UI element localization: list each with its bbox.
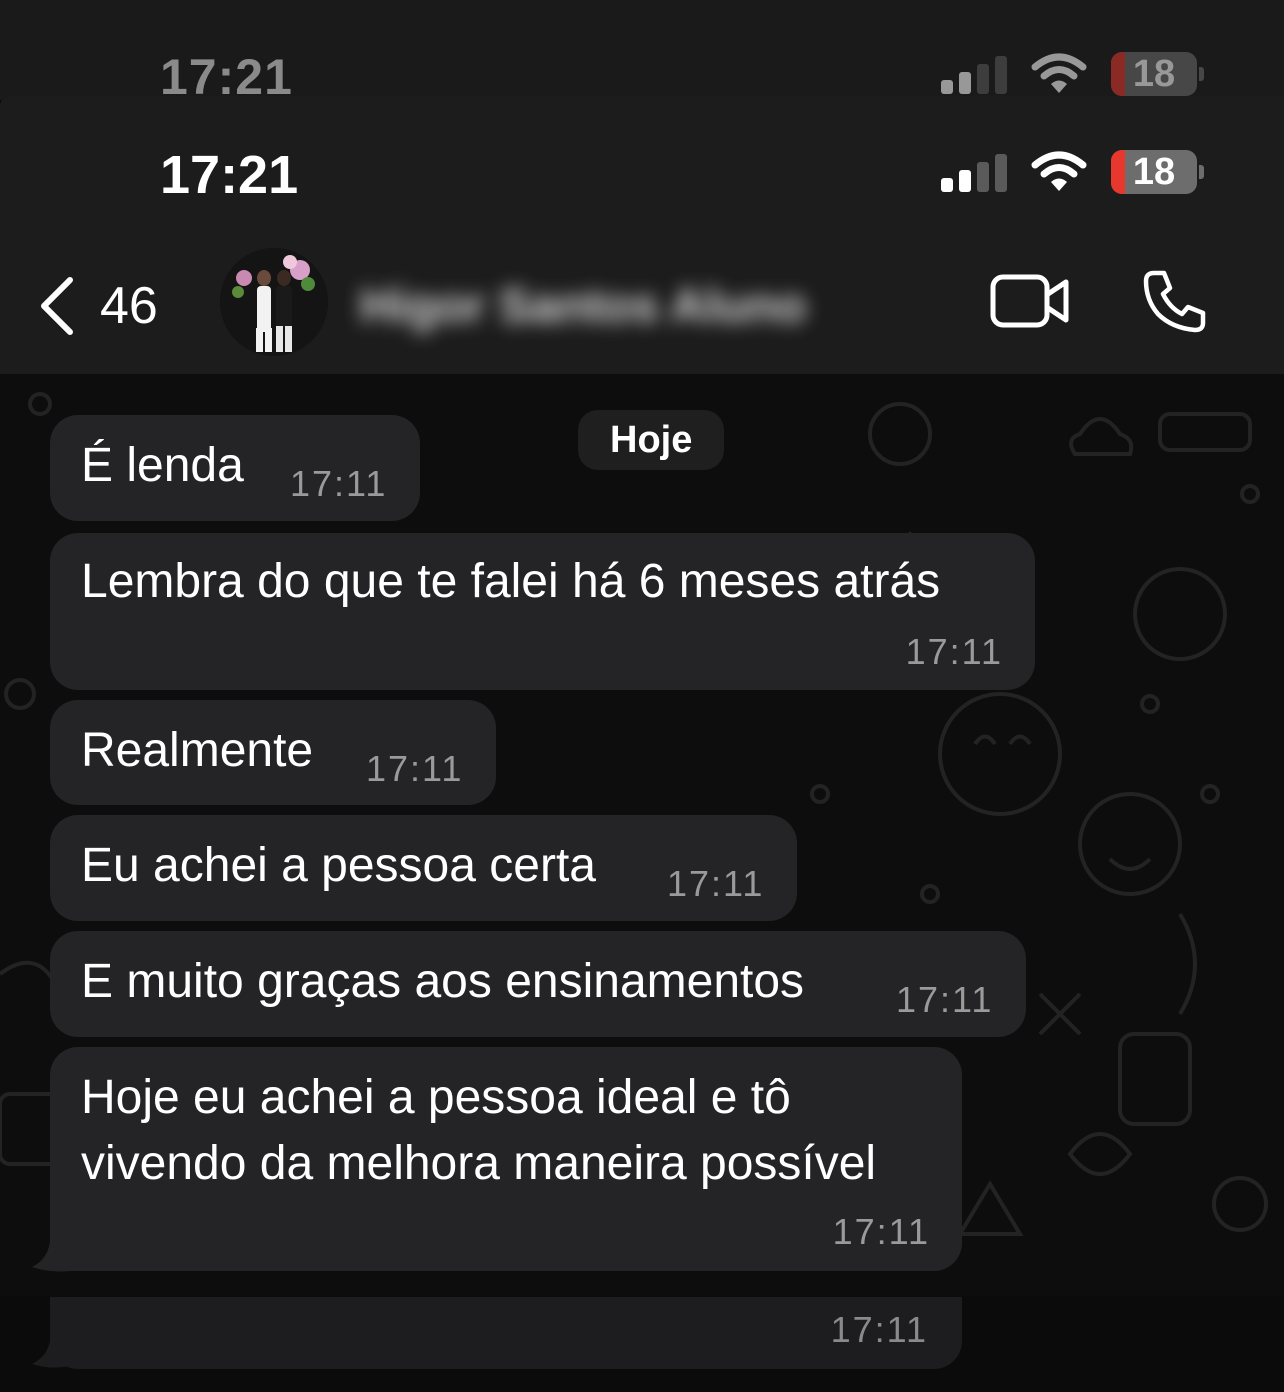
background-battery-icon: 18 — [1111, 52, 1204, 96]
message-time: 17:11 — [896, 979, 994, 1020]
chevron-left-icon — [41, 277, 73, 335]
status-icons: 18 — [941, 150, 1204, 194]
voice-call-button[interactable] — [1142, 268, 1208, 339]
message-text-line: Hoje eu achei a pessoa ideal e tô — [81, 1071, 791, 1124]
message-time: 17:11 — [905, 631, 1003, 672]
chat-header: 17:21 18 46 Higor Santos Aluno — [0, 96, 1284, 375]
video-call-button[interactable] — [990, 274, 1070, 333]
message-text: Eu achei a pessoa certa — [81, 839, 596, 892]
unread-count: 46 — [100, 277, 158, 335]
message-time: 17:11 — [366, 748, 464, 789]
background-battery-level: 18 — [1132, 52, 1176, 95]
message-bubble[interactable]: Eu achei a pessoa certa 17:11 — [50, 815, 797, 921]
background-message-time: 17:11 — [830, 1309, 928, 1350]
message-bubble[interactable]: Hoje eu achei a pessoa ideal e tô vivend… — [50, 1047, 962, 1271]
phone-icon — [1143, 270, 1206, 333]
message-text: Realmente — [81, 724, 314, 777]
status-time: 17:21 — [160, 145, 299, 205]
chat-screen: 17:21 18 46 Higor Santos Aluno Hoje É le… — [0, 96, 1284, 1296]
message-text: E muito graças aos ensinamentos — [81, 955, 805, 1008]
background-status-icons: 18 — [941, 52, 1204, 96]
wifi-icon — [1031, 151, 1087, 191]
message-time: 17:11 — [290, 463, 388, 504]
background-message-bubble: 17:11 — [50, 1297, 962, 1369]
background-wifi-icon — [1031, 53, 1087, 93]
background-bubble-tail — [32, 1340, 70, 1368]
bubble-tail — [32, 1241, 70, 1272]
message-bubble[interactable]: E muito graças aos ensinamentos 17:11 — [50, 931, 1026, 1037]
background-status-bar: 17:21 18 — [0, 0, 1284, 105]
message-bubble[interactable]: Realmente 17:11 — [50, 700, 496, 805]
contact-name[interactable]: Higor Santos Aluno — [360, 279, 806, 334]
message-bubble[interactable]: É lenda 17:11 — [50, 415, 420, 521]
back-button[interactable]: 46 — [38, 276, 158, 336]
contact-avatar[interactable] — [220, 248, 328, 356]
message-time: 17:11 — [667, 863, 765, 904]
message-text-line: vivendo da melhora maneira possível — [81, 1137, 877, 1190]
battery-level: 18 — [1132, 150, 1176, 193]
video-call-icon — [990, 274, 1069, 328]
message-time: 17:11 — [832, 1211, 930, 1252]
message-text: É lenda — [81, 439, 244, 492]
battery-icon: 18 — [1111, 150, 1204, 194]
date-separator: Hoje — [578, 410, 725, 470]
message-text: Lembra do que te falei há 6 meses atrás — [81, 555, 941, 608]
message-bubble[interactable]: Lembra do que te falei há 6 meses atrás … — [50, 533, 1035, 690]
signal-icon — [941, 152, 1007, 192]
background-signal-icon — [941, 54, 1007, 94]
